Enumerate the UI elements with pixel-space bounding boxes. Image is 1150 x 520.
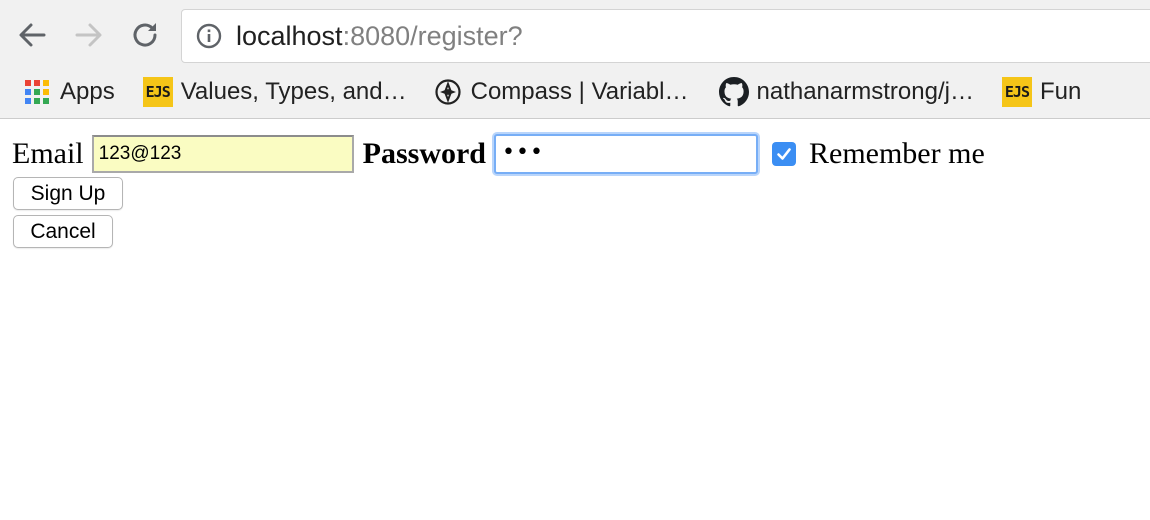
email-field[interactable]: 123@123 — [91, 135, 354, 173]
apps-grid-icon — [22, 77, 52, 107]
url-host: localhost — [236, 21, 343, 51]
reload-button[interactable] — [128, 18, 162, 52]
ejs-badge: EJS — [1001, 77, 1032, 107]
url-path: :8080/register? — [342, 21, 523, 51]
arrow-left-icon — [19, 23, 46, 47]
bookmark-label: Compass | Variabl… — [470, 78, 689, 105]
page-content: Email 123@123 Password ••• Remember me S… — [0, 120, 1150, 520]
bookmark-label: nathanarmstrong/j… — [756, 78, 974, 105]
compass-icon — [433, 77, 463, 107]
remember-label: Remember me — [809, 137, 985, 170]
sign-up-button[interactable]: Sign Up — [13, 177, 123, 210]
address-bar[interactable]: localhost:8080/register? — [181, 9, 1150, 63]
remember-checkbox[interactable] — [772, 142, 796, 166]
checkmark-icon — [777, 148, 791, 160]
back-button[interactable] — [15, 18, 49, 52]
ejs-icon: EJS — [142, 77, 173, 107]
password-label: Password — [362, 137, 486, 170]
email-label: Email — [12, 137, 84, 170]
forward-button[interactable] — [72, 18, 106, 52]
cancel-button[interactable]: Cancel — [13, 215, 113, 248]
password-field[interactable]: ••• — [494, 134, 758, 174]
browser-toolbar: localhost:8080/register? — [0, 0, 1150, 66]
arrow-right-icon — [75, 23, 102, 47]
bookmark-compass[interactable]: Compass | Variabl… — [433, 72, 689, 112]
bookmark-fun[interactable]: EJS Fun — [1001, 72, 1082, 112]
bookmark-apps[interactable]: Apps — [22, 72, 115, 112]
bookmark-github[interactable]: nathanarmstrong/j… — [718, 72, 974, 112]
ejs-icon: EJS — [1001, 77, 1032, 107]
bookmark-label: Apps — [60, 78, 115, 105]
bookmark-label: Values, Types, and… — [180, 78, 407, 105]
bookmarks-bar: Apps EJS Values, Types, and… Compass | V… — [0, 66, 1150, 119]
github-icon — [718, 77, 749, 107]
info-icon[interactable] — [196, 23, 222, 49]
bookmark-label: Fun — [1039, 78, 1082, 105]
url-text[interactable]: localhost:8080/register? — [236, 21, 523, 51]
bookmark-values-types[interactable]: EJS Values, Types, and… — [142, 72, 407, 112]
reload-icon — [133, 23, 157, 47]
register-form: Email 123@123 Password ••• Remember me — [12, 134, 985, 174]
ejs-badge: EJS — [142, 77, 173, 107]
